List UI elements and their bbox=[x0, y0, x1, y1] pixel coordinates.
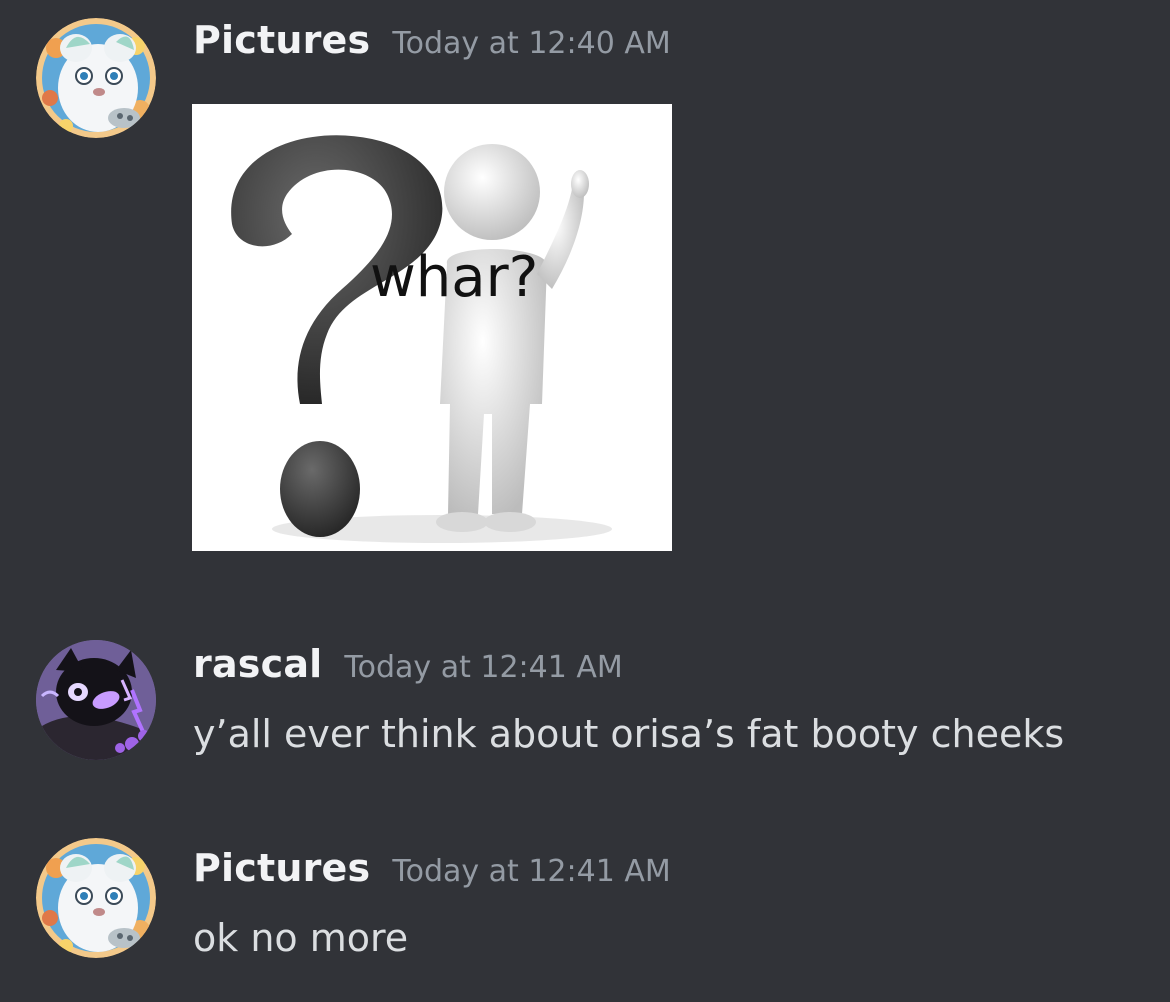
dark-character-avatar-icon bbox=[36, 640, 156, 760]
message-header: Pictures Today at 12:41 AM bbox=[193, 846, 671, 890]
question-mark-figure-icon: whar? bbox=[192, 104, 672, 551]
timestamp[interactable]: Today at 12:41 AM bbox=[392, 854, 670, 889]
avatar[interactable] bbox=[36, 640, 156, 760]
meme-caption: whar? bbox=[370, 245, 538, 310]
avatar[interactable] bbox=[36, 838, 156, 958]
timestamp[interactable]: Today at 12:41 AM bbox=[344, 650, 622, 685]
message-header: rascal Today at 12:41 AM bbox=[193, 642, 623, 686]
timestamp[interactable]: Today at 12:40 AM bbox=[392, 26, 670, 61]
username[interactable]: Pictures bbox=[193, 846, 370, 890]
username[interactable]: Pictures bbox=[193, 18, 370, 62]
furry-avatar-icon bbox=[36, 838, 156, 958]
avatar[interactable] bbox=[36, 18, 156, 138]
username[interactable]: rascal bbox=[193, 642, 322, 686]
message-header: Pictures Today at 12:40 AM bbox=[193, 18, 671, 62]
furry-avatar-icon bbox=[36, 18, 156, 138]
image-attachment[interactable]: whar? bbox=[192, 104, 672, 551]
message-content: y’all ever think about orisa’s fat booty… bbox=[193, 712, 1065, 756]
message-content: ok no more bbox=[193, 916, 409, 960]
